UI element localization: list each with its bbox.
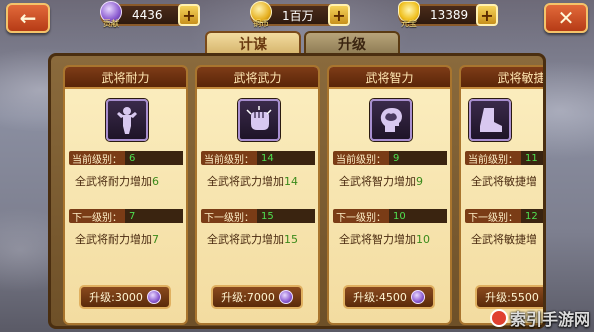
boot-icon <box>469 99 511 141</box>
current-level-value: 11 <box>521 151 543 165</box>
card-stamina: 武将耐力 当前级别： 6 全武将耐力增加6 下一级别： 7 全武将耐力增加7 升… <box>63 65 188 325</box>
yuanbao-gold-icon: 元宝 <box>394 0 424 30</box>
next-level-value: 10 <box>389 209 447 223</box>
current-effect: 全武将武力增加14 <box>207 175 298 188</box>
close-icon: ✕ <box>557 6 575 30</box>
back-arrow-icon: ← <box>19 6 37 30</box>
next-effect: 全武将耐力增加7 <box>75 233 159 246</box>
current-level-row: 当前级别： 6 <box>69 151 183 166</box>
current-effect: 全武将敏捷增 <box>471 175 537 188</box>
add-copper-button[interactable]: + <box>328 4 350 26</box>
contribution-coin-icon <box>542 290 543 304</box>
strength-figure-icon <box>106 99 148 141</box>
next-level-row: 下一级别： 12 <box>465 209 543 224</box>
tab-strategy[interactable]: 计谋 <box>205 31 301 55</box>
card-title: 武将耐力 <box>65 67 186 89</box>
yuanbao-resource: 元宝 13389 + <box>398 1 498 28</box>
card-title: 武将武力 <box>197 67 318 89</box>
next-level-value: 7 <box>125 209 183 223</box>
contribution-coin-icon <box>146 290 161 304</box>
card-agility: 武将敏捷 当前级别： 11 全武将敏捷增 下一级别： 12 全武将敏捷增 升级:… <box>459 65 543 325</box>
tab-upgrade[interactable]: 升级 <box>304 31 400 55</box>
upgrade-button[interactable]: 升级:4500 <box>343 285 435 309</box>
card-force: 武将武力 当前级别： 14 全武将武力增加14 下一级别： 15 全武将武力增加… <box>195 65 320 325</box>
upgrade-button[interactable]: 升级:7000 <box>211 285 303 309</box>
current-level-value: 6 <box>125 151 183 165</box>
next-effect: 全武将武力增加15 <box>207 233 298 246</box>
card-title: 武将敏捷 <box>461 67 543 89</box>
add-yuanbao-button[interactable]: + <box>476 4 498 26</box>
card-title: 武将智力 <box>329 67 450 89</box>
copper-resource: 铜币 1百万 + <box>250 1 350 28</box>
current-level-value: 9 <box>389 151 447 165</box>
upgrade-button[interactable]: 升级:3000 <box>79 285 171 309</box>
current-level-row: 当前级别： 14 <box>201 151 315 166</box>
card-intelligence: 武将智力 当前级别： 9 全武将智力增加9 下一级别： 10 全武将智力增加10 <box>327 65 452 325</box>
current-level-value: 14 <box>257 151 315 165</box>
watermark-logo-icon <box>489 309 508 327</box>
fist-icon <box>238 99 280 141</box>
contribution-coin-icon <box>410 290 425 304</box>
contribution-coin-icon <box>278 290 293 304</box>
current-effect: 全武将耐力增加6 <box>75 175 159 188</box>
back-button[interactable]: ← <box>6 3 50 33</box>
next-effect: 全武将智力增加10 <box>339 233 430 246</box>
main-panel: 武将耐力 当前级别： 6 全武将耐力增加6 下一级别： 7 全武将耐力增加7 升… <box>48 53 546 329</box>
current-level-row: 当前级别： 9 <box>333 151 447 166</box>
watermark: 索引手游网 <box>489 306 590 330</box>
copper-coin-icon: 铜币 <box>246 0 276 30</box>
next-level-row: 下一级别： 15 <box>201 209 315 224</box>
add-contribution-button[interactable]: + <box>178 4 200 26</box>
current-effect: 全武将智力增加9 <box>339 175 423 188</box>
contribution-resource: 贡献 4436 + <box>100 1 200 28</box>
close-button[interactable]: ✕ <box>544 3 588 33</box>
next-level-row: 下一级别： 7 <box>69 209 183 224</box>
brain-head-icon <box>370 99 412 141</box>
contribution-icon: 贡献 <box>96 0 126 30</box>
next-level-row: 下一级别： 10 <box>333 209 447 224</box>
next-level-value: 12 <box>521 209 543 223</box>
next-effect: 全武将敏捷增 <box>471 233 537 246</box>
next-level-value: 15 <box>257 209 315 223</box>
current-level-row: 当前级别： 11 <box>465 151 543 166</box>
